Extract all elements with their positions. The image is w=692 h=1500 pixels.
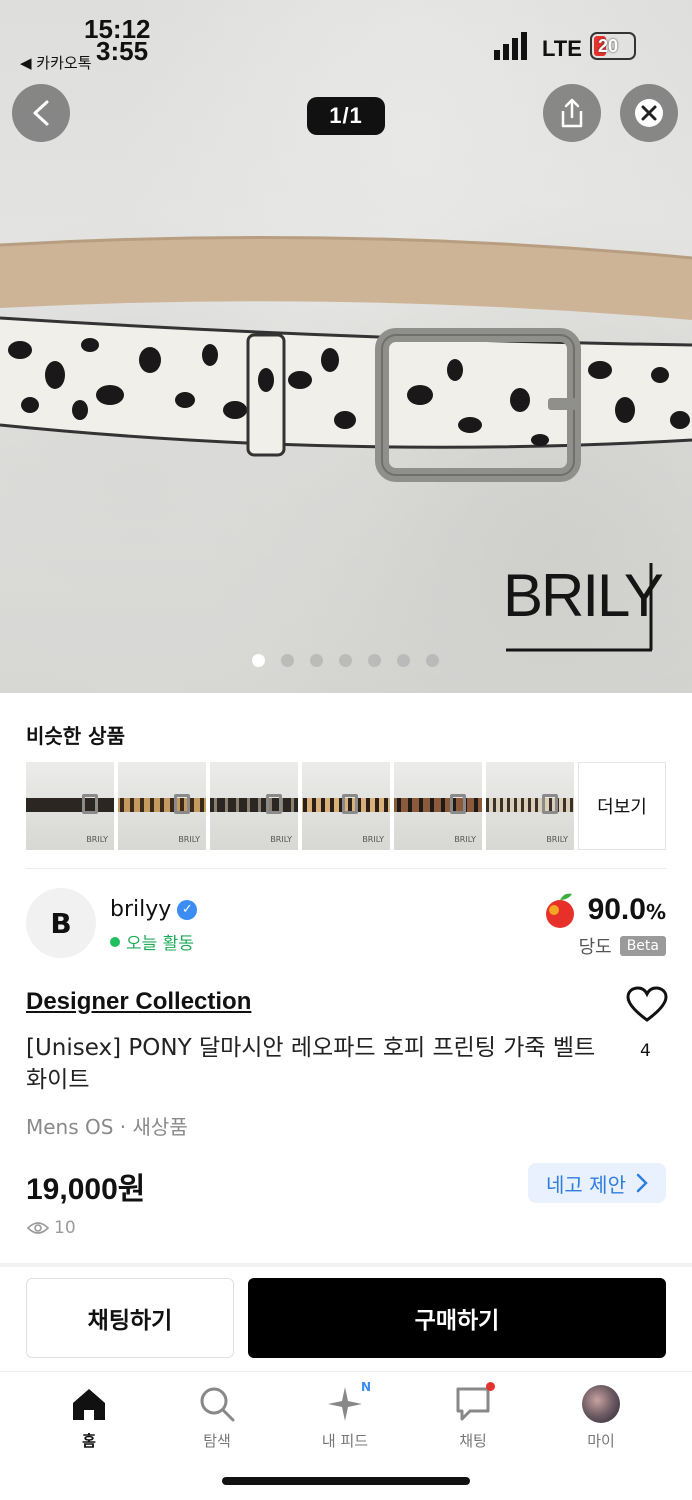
battery-icon: 20 [590,32,636,60]
pagination-dot[interactable] [426,654,439,667]
home-indicator [222,1477,470,1485]
pagination-dot[interactable] [339,654,352,667]
tab-label: 탐색 [203,1432,231,1450]
seller-activity-label: 오늘 활동 [126,934,194,954]
tab-label: 마이 [587,1432,615,1450]
tab-chat[interactable]: 채팅 [433,1382,513,1451]
similar-products-title: 비슷한 상품 [26,724,125,748]
seller-score[interactable]: 90.0% [540,890,666,930]
close-button[interactable] [620,84,678,142]
pagination-dot[interactable] [310,654,323,667]
chat-bubble-icon [453,1382,495,1424]
network-label: LTE [542,36,582,61]
status-bar: 15:12 3:55 ◀ 카카오톡 LTE 20 [0,0,692,80]
seller-score-value: 90.0 [587,893,646,926]
sparkle-icon: N [325,1380,371,1424]
search-icon [197,1384,237,1424]
pagination-dot[interactable] [252,654,265,667]
chevron-right-icon [636,1173,648,1193]
signal-icon [494,32,527,60]
seller-activity: 오늘 활동 [110,929,194,954]
notification-dot [486,1382,495,1391]
share-icon [561,98,583,128]
tab-label: 홈 [82,1432,96,1450]
watermark-text: BRILY [503,562,663,629]
home-icon [69,1384,109,1424]
pagination-dot[interactable] [368,654,381,667]
similar-product-thumb[interactable]: BRILY [118,762,206,850]
seller-name: brilyy [110,897,172,922]
negotiate-label: 네고 제안 [546,1172,626,1197]
product-price: 19,000원 [26,1173,146,1206]
negotiate-button[interactable]: 네고 제안 [528,1163,666,1203]
divider [0,1263,692,1267]
gallery-pagination [252,654,439,667]
product-image[interactable]: BRILY 15:12 3:55 ◀ 카카오톡 LTE 20 1/1 [0,0,692,693]
back-to-app-link[interactable]: ◀ 카카오톡 [20,52,92,73]
battery-level: 20 [598,36,619,56]
active-dot-icon [110,936,120,947]
tab-home[interactable]: 홈 [49,1384,129,1451]
tab-my[interactable]: 마이 [561,1384,641,1451]
like-count: 4 [640,1041,651,1061]
eye-icon [26,1222,50,1234]
similar-product-thumb[interactable]: BRILY [486,762,574,850]
tab-my-feed[interactable]: N 내 피드 [305,1380,385,1451]
product-meta: Mens OS · 새상품 [26,1115,188,1139]
pagination-dot[interactable] [281,654,294,667]
fruit-icon [545,893,574,928]
brand-link[interactable]: Designer Collection [26,988,251,1016]
seller-avatar[interactable]: B [26,888,96,958]
heart-icon[interactable] [626,986,668,1024]
back-button[interactable] [12,84,70,142]
share-button[interactable] [543,84,601,142]
divider [26,868,666,869]
similar-product-thumb[interactable]: BRILY [26,762,114,850]
similar-product-thumb[interactable]: BRILY [394,762,482,850]
tab-explore[interactable]: 탐색 [177,1384,257,1451]
seller-score-unit: % [645,900,666,924]
close-icon [635,99,663,127]
seller-score-label: 당도 [578,937,612,958]
similar-products-list: BRILY BRILY BRILY BRILY BRILY BRILY 더보기 [26,762,666,850]
image-counter: 1/1 [307,97,385,135]
avatar [581,1384,621,1424]
beta-badge: Beta [619,936,666,956]
seller-score-label-row: 당도 Beta [579,933,666,959]
verified-icon: ✓ [177,899,198,920]
product-title: [Unisex] PONY 달마시안 레오파드 호피 프린팅 가죽 벨트 화이트 [26,1035,596,1093]
tab-label: 내 피드 [321,1432,369,1450]
new-badge: N [360,1380,371,1394]
view-count-row: 10 [26,1218,76,1238]
buy-button[interactable]: 구매하기 [248,1278,666,1358]
similar-product-thumb[interactable]: BRILY [210,762,298,850]
seller-name-row[interactable]: brilyy ✓ [110,897,198,922]
view-count: 10 [54,1218,76,1238]
status-time-secondary: 3:55 [96,36,149,66]
pagination-dot[interactable] [397,654,410,667]
similar-more-button[interactable]: 더보기 [578,762,666,850]
chat-button[interactable]: 채팅하기 [26,1278,234,1358]
chevron-left-icon [33,100,49,126]
tab-label: 채팅 [459,1432,487,1450]
similar-product-thumb[interactable]: BRILY [302,762,390,850]
